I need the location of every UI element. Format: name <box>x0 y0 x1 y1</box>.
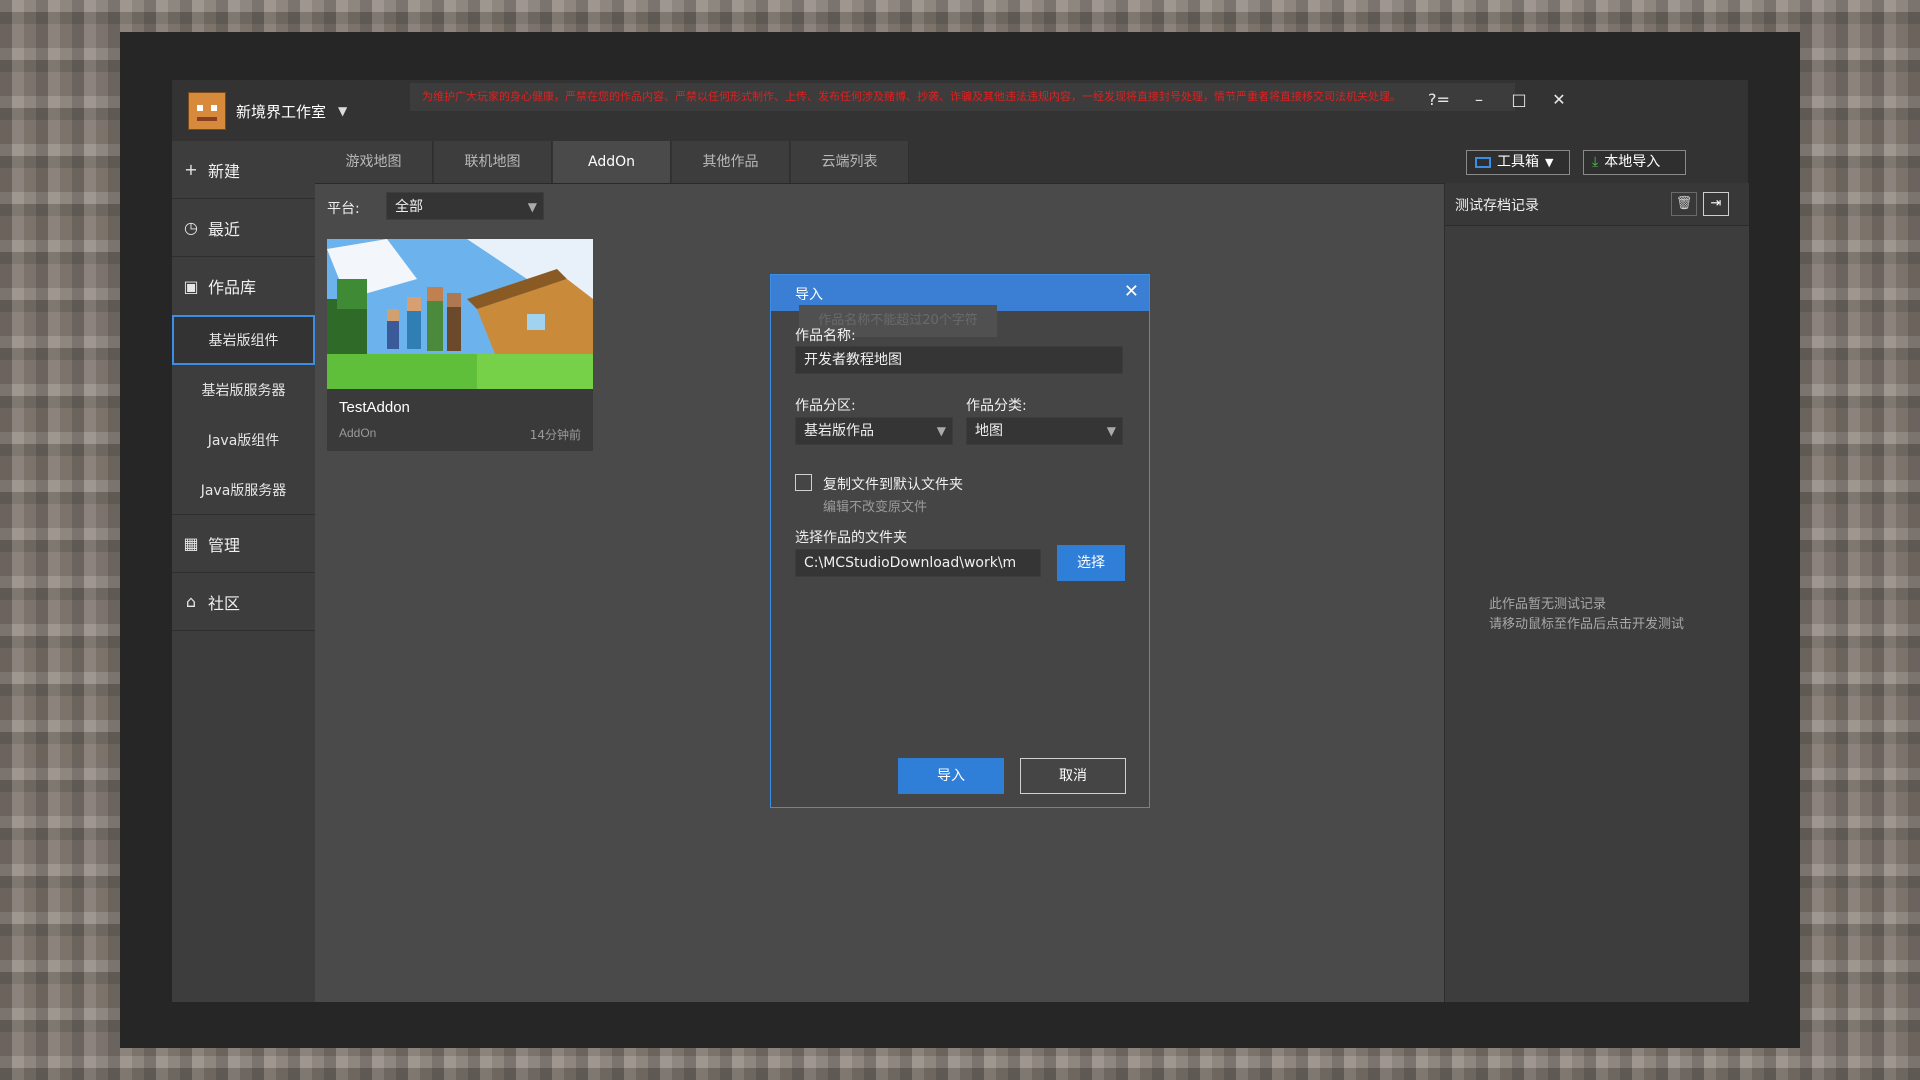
empty-state-text: 此作品暂无测试记录 请移动鼠标至作品后点击开发测试 <box>1489 595 1684 635</box>
import-dialog: 导入 ✕ 作品名称不能超过20个字符 作品名称: 开发者教程地图 作品分区: 基… <box>770 274 1150 808</box>
category-label: 作品分类: <box>966 398 1027 414</box>
category-value: 地图 <box>975 423 1003 439</box>
local-import-button[interactable]: ⤓ 本地导入 <box>1583 150 1686 175</box>
library-icon: ▣ <box>183 276 199 296</box>
plus-icon: + <box>184 160 198 179</box>
test-records-header: 测试存档记录 🗑 ⇥ <box>1445 183 1749 226</box>
sidebar-item-new[interactable]: + 新建 <box>172 141 315 199</box>
copy-files-hint: 编辑不改变原文件 <box>823 500 928 515</box>
close-icon[interactable]: ✕ <box>1124 281 1139 302</box>
download-icon: ⤓ <box>1592 154 1599 170</box>
cancel-button[interactable]: 取消 <box>1020 758 1126 794</box>
dialog-title: 导入 <box>795 287 823 303</box>
import-button[interactable]: 导入 <box>898 758 1004 794</box>
zone-value: 基岩版作品 <box>804 423 874 439</box>
collapse-panel-icon[interactable]: ⇥ <box>1703 192 1729 216</box>
work-title: TestAddon <box>339 399 410 416</box>
sidebar: + 新建 ◷ 最近 ▣ 作品库 基岩版组件 基岩版服务器 Java版组件 Jav… <box>172 141 315 1002</box>
sidebar-item-label: 社区 <box>208 593 241 613</box>
choose-folder-button[interactable]: 选择 <box>1057 545 1125 581</box>
copy-files-label: 复制文件到默认文件夹 <box>823 477 963 493</box>
sidebar-item-java-server[interactable]: Java版服务器 <box>172 465 315 515</box>
minimize-icon[interactable]: – <box>1464 86 1494 114</box>
tab-online-maps[interactable]: 联机地图 <box>434 141 552 183</box>
work-timestamp: 14分钟前 <box>529 428 581 442</box>
sidebar-item-label: 作品库 <box>208 278 257 297</box>
caret-down-icon: ▼ <box>936 424 946 438</box>
minecraft-scene-image <box>327 239 593 389</box>
folder-path-field[interactable]: C:\MCStudioDownload\work\m <box>795 549 1041 577</box>
folder-label: 选择作品的文件夹 <box>795 530 907 546</box>
sidebar-item-community[interactable]: ⌂ 社区 <box>172 573 315 631</box>
caret-down-icon: ▼ <box>338 104 348 118</box>
home-icon: ⌂ <box>185 592 197 611</box>
work-type: AddOn <box>339 426 377 440</box>
copy-files-checkbox[interactable] <box>795 474 812 491</box>
trash-icon[interactable]: 🗑 <box>1671 192 1697 216</box>
zone-select[interactable]: 基岩版作品 ▼ <box>795 417 953 445</box>
help-icon[interactable]: ?= <box>1424 86 1454 114</box>
test-records-title: 测试存档记录 <box>1455 198 1539 214</box>
sidebar-item-bedrock-components[interactable]: 基岩版组件 <box>172 315 315 365</box>
platform-select[interactable]: 全部 ▼ <box>386 192 544 220</box>
sidebar-item-manage[interactable]: ▦ 管理 <box>172 515 315 573</box>
empty-state-line: 请移动鼠标至作品后点击开发测试 <box>1489 617 1685 632</box>
local-import-label: 本地导入 <box>1604 154 1661 170</box>
tab-other-works[interactable]: 其他作品 <box>672 141 790 183</box>
caret-down-icon: ▼ <box>527 200 537 214</box>
avatar <box>188 92 226 130</box>
zone-label: 作品分区: <box>795 398 856 414</box>
platform-value: 全部 <box>395 199 423 215</box>
platform-label: 平台: <box>327 201 360 217</box>
work-thumbnail <box>327 239 593 389</box>
sidebar-item-library[interactable]: ▣ 作品库 <box>172 257 315 315</box>
sidebar-item-label: 最近 <box>208 219 241 239</box>
category-select[interactable]: 地图 ▼ <box>966 417 1123 445</box>
toolbox-icon <box>1475 157 1491 168</box>
title-bar: 新境界工作室 ▼ 为维护广大玩家的身心健康，严禁在您的作品内容、严禁以任何形式制… <box>172 80 1748 141</box>
sidebar-item-java-components[interactable]: Java版组件 <box>172 415 315 465</box>
tab-game-maps[interactable]: 游戏地图 <box>315 141 433 183</box>
work-card[interactable]: TestAddon AddOn 14分钟前 <box>327 239 593 451</box>
tab-addon[interactable]: AddOn <box>553 141 671 183</box>
sidebar-item-bedrock-server[interactable]: 基岩版服务器 <box>172 365 315 415</box>
caret-down-icon: ▼ <box>1545 156 1554 169</box>
toolbox-label: 工具箱 <box>1497 154 1539 170</box>
close-icon[interactable]: ✕ <box>1544 86 1574 114</box>
notice-banner: 为维护广大玩家的身心健康，严禁在您的作品内容、严禁以任何形式制作、上传、发布任何… <box>410 83 1515 111</box>
sidebar-item-label: 管理 <box>208 535 241 555</box>
test-records-panel: 测试存档记录 🗑 ⇥ 此作品暂无测试记录 请移动鼠标至作品后点击开发测试 <box>1444 183 1749 1002</box>
tab-bar: 游戏地图 联机地图 AddOn 其他作品 云端列表 工具箱 ▼ ⤓ 本地导入 <box>315 141 1748 184</box>
sidebar-item-label: 新建 <box>208 161 241 181</box>
name-field[interactable]: 开发者教程地图 <box>795 346 1123 374</box>
sidebar-item-recent[interactable]: ◷ 最近 <box>172 199 315 257</box>
studio-name: 新境界工作室 <box>236 102 327 121</box>
tab-cloud-list[interactable]: 云端列表 <box>791 141 909 183</box>
name-label: 作品名称: <box>795 328 856 344</box>
maximize-icon[interactable]: □ <box>1504 86 1534 114</box>
clock-icon: ◷ <box>184 218 198 237</box>
caret-down-icon: ▼ <box>1106 424 1116 438</box>
toolbox-button[interactable]: 工具箱 ▼ <box>1466 150 1570 175</box>
grid-icon: ▦ <box>183 534 199 553</box>
studio-switcher[interactable]: 新境界工作室 ▼ <box>188 92 347 130</box>
empty-state-line: 此作品暂无测试记录 <box>1489 597 1607 612</box>
